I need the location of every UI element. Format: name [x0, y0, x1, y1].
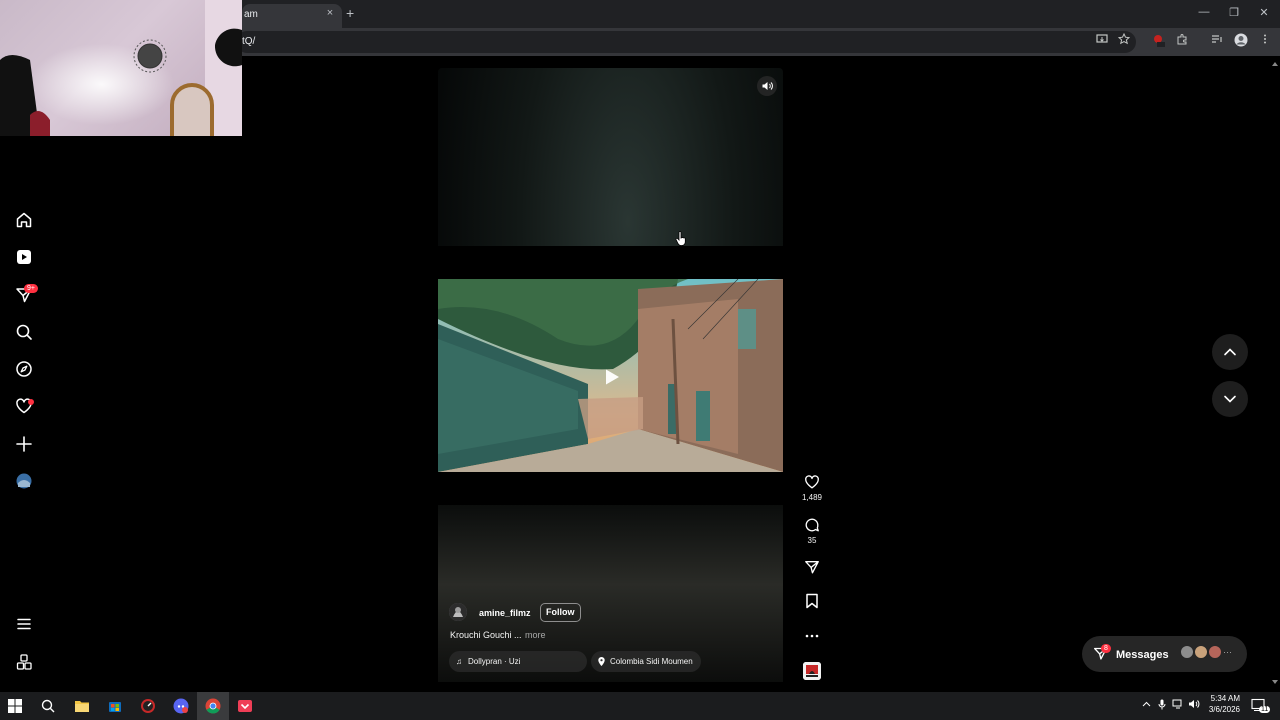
install-app-icon[interactable]	[1094, 33, 1110, 49]
webcam-overlay	[0, 0, 242, 136]
like-icon[interactable]	[801, 473, 823, 491]
create-icon[interactable]	[14, 434, 34, 454]
pocket-app-icon[interactable]	[236, 697, 254, 715]
chrome-icon[interactable]	[204, 697, 222, 715]
messages-label: Messages	[1116, 649, 1169, 661]
close-window-button[interactable]: ✕	[1254, 6, 1274, 19]
tray-overflow-icon[interactable]	[1139, 699, 1153, 709]
explore-icon[interactable]	[14, 359, 34, 379]
hand-cursor-icon	[675, 231, 687, 252]
more-apps-icon[interactable]	[14, 652, 34, 672]
video-letterbox-bottom	[438, 472, 783, 505]
notification-count-badge: 11	[1259, 706, 1271, 713]
address-bar[interactable]	[236, 31, 1136, 53]
audio-track-label: Dollypran · Uzi	[468, 657, 521, 666]
caption-more-link[interactable]: more	[525, 630, 546, 640]
browser-menu-icon[interactable]	[1257, 33, 1273, 49]
follow-button[interactable]: Follow	[540, 603, 581, 622]
menu-icon[interactable]	[14, 614, 34, 634]
chevron-up-icon	[1224, 348, 1236, 356]
home-icon[interactable]	[14, 210, 34, 230]
next-reel-button[interactable]	[1212, 381, 1248, 417]
tab-title: am	[244, 9, 258, 20]
profile-icon[interactable]	[14, 471, 34, 491]
microphone-icon[interactable]	[1155, 699, 1169, 712]
notification-badge: 9+	[24, 284, 38, 293]
comment-icon[interactable]	[801, 516, 823, 534]
audio-thumbnail[interactable]	[803, 662, 821, 680]
message-avatar	[1194, 645, 1208, 659]
speed-app-icon[interactable]	[139, 697, 157, 715]
more-options-icon[interactable]	[801, 627, 823, 645]
extensions-puzzle-icon[interactable]	[1174, 33, 1190, 49]
mute-icon[interactable]	[757, 76, 777, 96]
taskbar-search-icon[interactable]	[39, 697, 57, 715]
message-avatar	[1208, 645, 1222, 659]
media-control-icon[interactable]	[1209, 33, 1225, 49]
new-tab-button[interactable]: +	[346, 5, 354, 21]
file-explorer-icon[interactable]	[73, 697, 91, 715]
like-count: 1,489	[801, 493, 823, 502]
minimize-button[interactable]: —	[1194, 6, 1214, 18]
messages-more-indicator: ···	[1223, 647, 1232, 657]
previous-reel-button[interactable]	[1212, 334, 1248, 370]
extension-badge-icon[interactable]	[1150, 33, 1166, 49]
location-pin-icon	[598, 651, 605, 672]
audio-pill[interactable]: ♫ Dollypran · Uzi	[449, 651, 587, 672]
search-icon[interactable]	[14, 322, 34, 342]
restore-button[interactable]: ❐	[1224, 6, 1244, 19]
windows-taskbar	[0, 692, 1280, 720]
activity-dot	[28, 399, 34, 405]
profile-avatar-icon[interactable]	[1233, 33, 1249, 49]
messages-badge: 8	[1101, 644, 1111, 653]
music-note-icon: ♫	[456, 657, 462, 666]
chevron-down-icon	[1224, 395, 1236, 403]
save-icon[interactable]	[801, 592, 823, 610]
play-icon[interactable]	[600, 366, 622, 388]
discord-icon[interactable]	[172, 697, 190, 715]
bookmark-star-icon[interactable]	[1116, 32, 1132, 49]
tab-close-button[interactable]: ×	[324, 7, 336, 19]
username-link[interactable]: amine_filmz	[479, 608, 531, 618]
comment-count: 35	[807, 536, 817, 545]
volume-icon[interactable]	[1187, 699, 1201, 711]
clock-date[interactable]: 3/6/2026	[1202, 705, 1240, 714]
video-letterbox-top	[438, 246, 783, 279]
location-label: Colombia Sidi Moumen	[610, 657, 693, 666]
avatar[interactable]	[449, 603, 467, 621]
page-scrollbar[interactable]	[1270, 58, 1280, 688]
location-pill[interactable]: Colombia Sidi Moumen	[591, 651, 701, 672]
share-icon[interactable]	[801, 558, 823, 576]
reels-icon[interactable]	[14, 247, 34, 267]
windows-start-icon[interactable]	[6, 697, 24, 715]
message-avatar	[1180, 645, 1194, 659]
clock-time[interactable]: 5:34 AM	[1206, 694, 1240, 703]
store-icon[interactable]	[106, 697, 124, 715]
reel-caption: Krouchi Gouchi ...	[450, 630, 522, 640]
url-text: tQ/	[242, 36, 256, 47]
network-icon[interactable]	[1171, 699, 1185, 711]
